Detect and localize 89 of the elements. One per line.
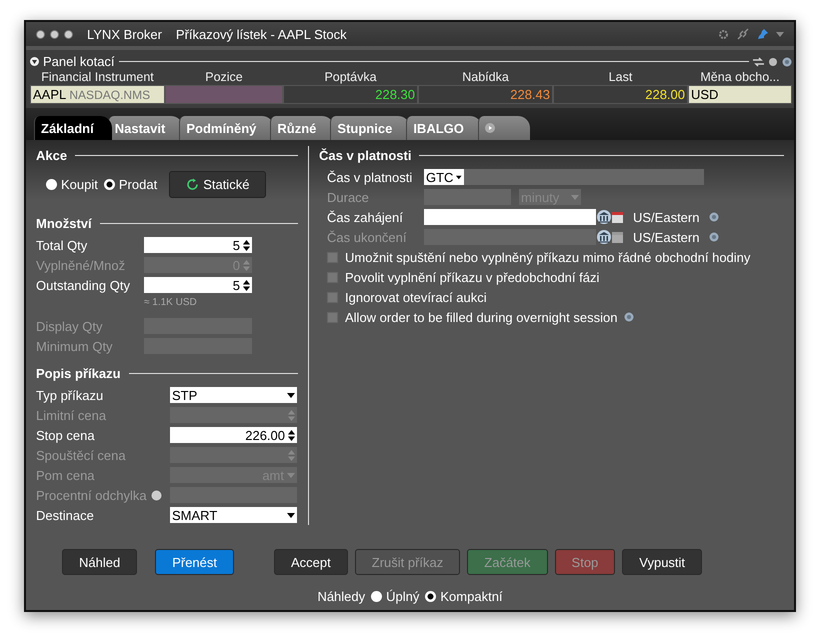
option-checkbox[interactable]: Povolit vyplnění příkazu v předobchodní fázi [327,267,784,287]
views-label: Náhledy [317,589,366,604]
checkbox[interactable] [327,252,338,262]
field-label: Procentní odchylka [36,488,170,502]
number-field[interactable]: 5 [144,237,252,253]
spinner-icon[interactable] [243,280,250,290]
link-icon[interactable] [736,27,750,41]
field-label: Minimum Qty [36,338,114,354]
section-title: Čas v platnosti [319,148,412,163]
column-header[interactable]: Financial Instrument [30,69,165,85]
caret-icon[interactable] [456,174,462,180]
checkbox[interactable] [327,292,338,302]
number-field[interactable]: 5 [144,277,252,293]
field-label: Spouštěcí cena [36,448,127,462]
help-icon[interactable] [709,212,720,222]
column-header[interactable]: Poptávka [283,69,418,85]
field-label: Vyplněné/Množ [36,258,126,272]
pin-icon[interactable] [758,29,768,39]
field-label: Pom cena [36,468,96,482]
field-label: Durace [327,190,370,204]
bid-cell: 228.30 [283,85,418,104]
radio-icon[interactable] [371,591,382,602]
more-tab[interactable] [478,116,530,140]
field-label: Destinace [36,508,95,522]
field-label: Limitní cena [36,408,108,422]
dropdown[interactable]: GTC [424,169,464,185]
side-radio[interactable]: Koupit [46,177,98,192]
option-checkbox[interactable]: Umožnit spuštění nebo vyplněný příkazu mimo řádné obchodní hodiny [327,247,784,267]
panel-title: Panel kotací [43,54,115,69]
play-icon [484,123,495,133]
checkbox[interactable] [327,272,338,282]
help-icon[interactable] [624,312,634,322]
app-name: LYNX Broker [87,26,162,42]
static-button[interactable]: Statické [169,171,266,198]
dropdown[interactable]: SMART [170,507,297,523]
field-label: Total Qty [36,238,88,252]
spinner-icon[interactable] [243,240,250,250]
view-radio[interactable]: Úplný [371,589,420,604]
value-note: ≈ 1.1K USD [144,297,198,308]
radio-icon[interactable] [104,179,115,190]
view-radio[interactable]: Kompaktní [425,589,503,604]
action-button[interactable]: Accept [274,549,348,575]
field-label: Čas zahájení [327,210,404,224]
input-field[interactable] [424,209,596,225]
column-header[interactable]: Nabídka [418,69,553,85]
option-checkbox[interactable]: Ignorovat otevírací aukci [327,287,784,307]
section-title: Akce [36,148,68,163]
number-field[interactable]: 226.00 [170,427,297,443]
refresh-icon [186,178,200,191]
window-title: Příkazový lístek - AAPL Stock [176,26,347,42]
caret-icon[interactable] [287,392,295,398]
radio-icon[interactable] [46,179,57,190]
field-label: Typ příkazu [36,388,104,402]
section-title: Množství [36,216,92,231]
instrument-cell: AAPL NASDAQ.NMS [30,85,165,104]
collapse-icon[interactable] [30,57,39,66]
bank-icon[interactable] [596,210,612,224]
timezone-label: US/Eastern [633,230,700,244]
currency-cell: USD [688,85,792,104]
field-label: Outstanding Qty [36,278,131,292]
bank-icon[interactable] [596,230,612,244]
side-radio[interactable]: Prodat [104,177,158,192]
field-label: Čas v platnosti [327,170,414,184]
field-label: Display Qty [36,318,104,334]
calendar-icon[interactable] [612,211,623,223]
help-icon[interactable] [782,56,792,66]
timezone-label: US/Eastern [633,210,700,224]
radio-icon[interactable] [425,591,436,602]
action-button[interactable]: Náhled [62,549,138,575]
option-checkbox[interactable]: Allow order to be filled during overnight session [327,307,784,327]
column-header[interactable]: Pozice [165,69,283,85]
column-header[interactable]: Měna obcho... [688,69,792,85]
calendar-icon[interactable] [612,231,623,243]
help-icon[interactable] [709,232,720,242]
last-cell: 228.00 [553,85,688,104]
column-header[interactable]: Last [553,69,688,85]
caret-icon[interactable] [287,512,295,518]
field-label: Čas ukončení [327,230,408,244]
spinner-icon[interactable] [288,430,295,440]
section-title: Popis příkazu [36,366,121,381]
dropdown[interactable]: STP [170,387,297,403]
gear-icon[interactable] [719,30,728,38]
action-button[interactable]: Přenést [155,549,234,575]
checkbox[interactable] [327,312,338,322]
tab[interactable]: Základní [34,116,112,140]
action-button[interactable]: Vypustit [622,549,702,575]
ask-cell: 228.43 [418,85,553,104]
swap-icon[interactable] [753,56,764,66]
field-label: Stop cena [36,428,96,442]
